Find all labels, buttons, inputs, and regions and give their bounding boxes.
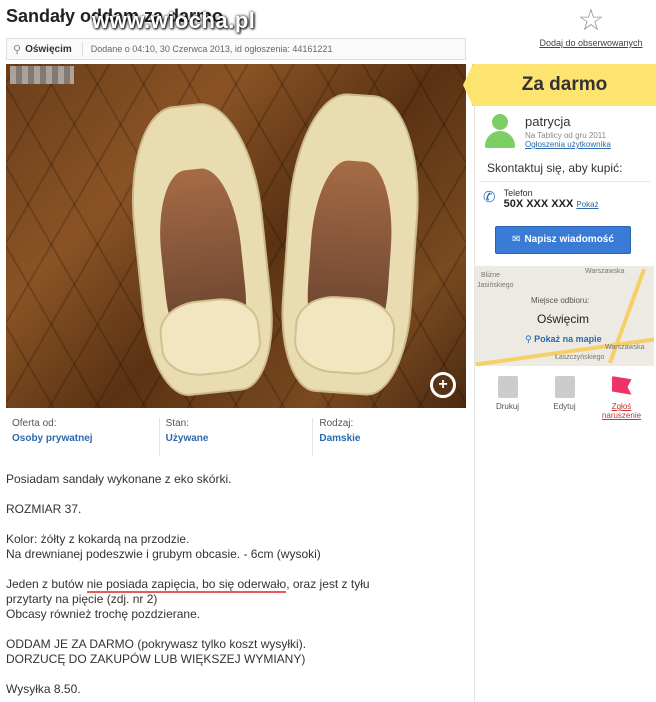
report-button[interactable]: Zgłoś naruszenie <box>597 376 647 420</box>
desc-line: Obcasy również trochę pozdzierane. <box>6 607 201 621</box>
listing-meta: ⚲ Oświęcim Dodane o 04:10, 30 Czerwca 20… <box>6 38 466 60</box>
star-icon: ☆ <box>577 4 605 37</box>
bow <box>291 293 398 378</box>
pickup-label: Miejsce odbioru: <box>531 296 590 305</box>
phone-block: ✆ Telefon 50X XXX XXX Pokaż <box>475 182 654 216</box>
phone-icon: ✆ <box>483 189 496 206</box>
send-message-label: Napisz wiadomość <box>524 234 614 245</box>
spec-type: Rodzaj: Damskie <box>312 418 466 456</box>
edit-button[interactable]: Edytuj <box>540 376 590 420</box>
watch-button[interactable]: ☆ Dodaj do obserwowanych <box>536 4 646 49</box>
desc-line: Na drewnianej podeszwie i grubym obcasie… <box>6 547 321 561</box>
blurred-tag <box>10 66 74 84</box>
seller-ads-link[interactable]: Ogłoszenia użytkownika <box>525 140 611 149</box>
location-pin-icon: ⚲ <box>13 43 22 56</box>
location-map[interactable]: Bliżne Jasińskiego Warszawska Łaszczyńsk… <box>475 266 654 366</box>
seller-name: patrycja <box>525 114 571 129</box>
spec-label: Stan: <box>165 418 190 429</box>
desc-line: Kolor: żółty z kokardą na przodzie. <box>6 532 190 546</box>
avatar-icon <box>483 114 517 148</box>
watermark: www.wiocha.pl <box>92 8 256 33</box>
envelope-icon: ✉ <box>512 234 521 245</box>
description: Posiadam sandały wykonane z eko skórki. … <box>6 472 466 702</box>
seller-text: patrycja Na Tablicy od gru 2011 Ogłoszen… <box>525 114 611 149</box>
send-message-button[interactable]: ✉ Napisz wiadomość <box>495 226 631 254</box>
map-label: Bliżne <box>481 272 501 279</box>
spec-label: Rodzaj: <box>319 418 354 429</box>
spec-value[interactable]: Osoby prywatnej <box>12 433 159 444</box>
phone-label: Telefon <box>503 188 533 198</box>
highlighted-text: nie posiada zapięcia, bo się oderwało <box>86 577 287 593</box>
edit-label: Edytuj <box>553 402 576 411</box>
main-photo[interactable]: + <box>6 64 466 408</box>
desc-line: ODDAM JE ZA DARMO (pokrywasz tylko koszt… <box>6 637 307 651</box>
desc-block: Jeden z butów nie posiada zapięcia, bo s… <box>6 577 466 622</box>
desc-block: ODDAM JE ZA DARMO (pokrywasz tylko koszt… <box>6 637 466 667</box>
report-label: Zgłoś naruszenie <box>601 402 642 420</box>
flag-icon <box>611 376 632 395</box>
show-map-link[interactable]: ⚲ Pokaż na mapie <box>525 334 602 345</box>
location-city[interactable]: Oświęcim <box>25 44 72 55</box>
pickup-city: Oświęcim <box>537 312 590 326</box>
spec-value[interactable]: Używane <box>166 433 313 444</box>
spec-label: Oferta od: <box>12 418 57 429</box>
phone-number: 50X XXX XXX <box>503 198 574 210</box>
right-sandal <box>275 89 427 399</box>
spec-offer-from: Oferta od: Osoby prywatnej <box>6 418 159 456</box>
spec-value[interactable]: Damskie <box>319 433 466 444</box>
spec-row: Oferta od: Osoby prywatnej Stan: Używane… <box>6 418 466 456</box>
price-badge: Za darmo <box>463 64 656 106</box>
watch-label: Dodaj do obserwowanych <box>539 38 643 48</box>
edit-icon <box>554 376 575 398</box>
printer-icon <box>497 376 518 398</box>
divider <box>81 42 83 56</box>
map-label: Jasińskiego <box>477 282 514 289</box>
desc-line: Jeden z butów <box>6 577 87 591</box>
desc-block: Kolor: żółty z kokardą na przodzie. Na d… <box>6 532 466 562</box>
show-map-label: Pokaż na mapie <box>534 334 602 344</box>
map-label: Warszawska <box>605 344 645 351</box>
added-info: Dodane o 04:10, 30 Czerwca 2013, id ogło… <box>90 44 333 54</box>
seller-since: Na Tablicy od gru 2011 <box>525 131 607 140</box>
map-pin-icon: ⚲ <box>525 334 532 344</box>
desc-line: , oraz jest z tyłu <box>286 577 370 591</box>
tools-bar: Drukuj Edytuj Zgłoś naruszenie <box>475 366 654 420</box>
print-label: Drukuj <box>495 402 520 411</box>
desc-line: Posiadam sandały wykonane z eko skórki. <box>6 472 232 486</box>
show-phone-link[interactable]: Pokaż <box>576 200 598 209</box>
desc-line: przytarty na pięcie (zdj. nr 2) <box>6 592 158 606</box>
desc-line: DORZUCĘ DO ZAKUPÓW LUB WIĘKSZEJ WYMIANY) <box>6 652 306 666</box>
left-sandal <box>121 97 281 401</box>
spec-condition: Stan: Używane <box>158 418 313 456</box>
sidebar: patrycja Na Tablicy od gru 2011 Ogłoszen… <box>474 106 654 702</box>
contact-heading: Skontaktuj się, aby kupić: <box>479 149 650 182</box>
map-label: Warszawska <box>585 268 625 275</box>
print-button[interactable]: Drukuj <box>483 376 533 420</box>
desc-line: Wysyłka 8.50. <box>6 682 81 696</box>
zoom-icon[interactable]: + <box>430 372 456 398</box>
seller-info: patrycja Na Tablicy od gru 2011 Ogłoszen… <box>475 106 654 149</box>
map-label: Łaszczyńskiego <box>555 354 605 361</box>
desc-line: ROZMIAR 37. <box>6 502 82 516</box>
